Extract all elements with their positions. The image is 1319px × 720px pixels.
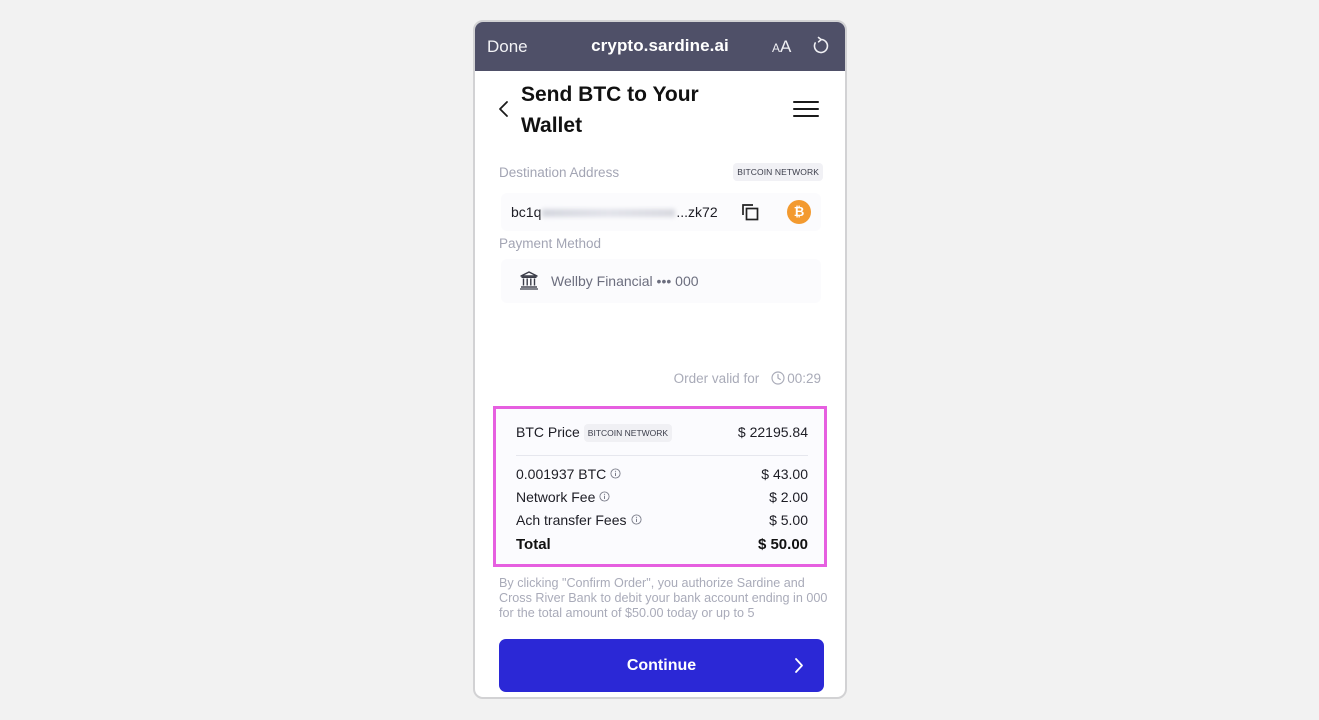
address-redacted	[542, 209, 676, 218]
order-valid-label: Order valid for	[673, 371, 760, 386]
continue-button[interactable]: Continue	[499, 639, 824, 692]
page-content: Send BTC to Your Wallet Destination Addr…	[475, 71, 845, 692]
summary-row: Ach transfer Fees $ 5.00	[516, 512, 808, 528]
chevron-right-icon	[795, 658, 803, 673]
network-fee-label: Network Fee	[516, 489, 596, 505]
btc-amount-label: 0.001937 BTC	[516, 466, 607, 482]
payment-method-field[interactable]: Wellby Financial ••• 000	[501, 259, 821, 303]
btc-price-value: $ 22195.84	[737, 424, 808, 440]
ach-fee-value: $ 5.00	[769, 512, 808, 528]
ach-fee-label: Ach transfer Fees	[516, 512, 627, 528]
text-size-large-glyph: A	[780, 37, 792, 56]
btc-price-label: BTC Price	[516, 424, 580, 440]
address-prefix: bc1q	[511, 204, 542, 220]
order-validity: Order valid for 00:29	[674, 371, 821, 386]
summary-row: 0.001937 BTC $ 43.00	[516, 466, 808, 482]
order-summary: BTC Price BITCOIN NETWORK $ 22195.84 0.00…	[493, 406, 827, 567]
order-timer: 00:29	[787, 371, 821, 386]
info-icon[interactable]	[610, 468, 621, 479]
bitcoin-icon: ₿	[787, 200, 811, 224]
address-suffix: ...zk72	[676, 204, 718, 220]
continue-label: Continue	[626, 657, 697, 674]
browser-toolbar: Done crypto.sardine.ai AA	[475, 22, 845, 71]
copy-icon[interactable]	[739, 201, 761, 223]
total-label: Total	[516, 536, 551, 553]
page-title: Send BTC to Your Wallet	[521, 83, 699, 137]
phone-frame: Done crypto.sardine.ai AA Send BTC to Yo…	[473, 20, 847, 699]
btc-price-row: BTC Price BITCOIN NETWORK $ 22195.84	[516, 424, 808, 442]
destination-address-label: Destination Address	[499, 165, 620, 180]
info-icon[interactable]	[630, 514, 642, 525]
summary-row: Network Fee $ 2.00	[516, 489, 808, 505]
total-value: $ 50.00	[757, 536, 808, 553]
text-size-small-glyph: A	[772, 41, 781, 55]
info-icon[interactable]	[599, 491, 610, 502]
destination-address-field[interactable]: bc1q ...zk72 ₿	[501, 193, 821, 231]
clock-icon	[771, 371, 785, 385]
btc-amount-value: $ 43.00	[761, 466, 808, 482]
total-row: Total $ 50.00	[516, 536, 808, 553]
payment-method-value: Wellby Financial ••• 000	[551, 273, 699, 289]
price-network-badge: BITCOIN NETWORK	[583, 424, 673, 442]
wallet-address: bc1q ...zk72	[511, 204, 718, 220]
page-header: Send BTC to Your Wallet	[475, 71, 845, 161]
text-size-button[interactable]: AA	[772, 37, 791, 57]
back-chevron-icon[interactable]	[497, 99, 511, 119]
network-badge: BITCOIN NETWORK	[733, 163, 823, 181]
hamburger-menu-icon[interactable]	[793, 101, 819, 119]
summary-divider	[516, 455, 808, 456]
payment-method-label: Payment Method	[499, 236, 602, 251]
reload-icon[interactable]	[811, 36, 831, 56]
network-fee-value: $ 2.00	[769, 489, 808, 505]
bank-icon	[520, 271, 538, 290]
authorization-text: By clicking "Confirm Order", you authori…	[499, 576, 828, 620]
destination-label-row: Destination Address BITCOIN NETWORK	[499, 163, 823, 181]
